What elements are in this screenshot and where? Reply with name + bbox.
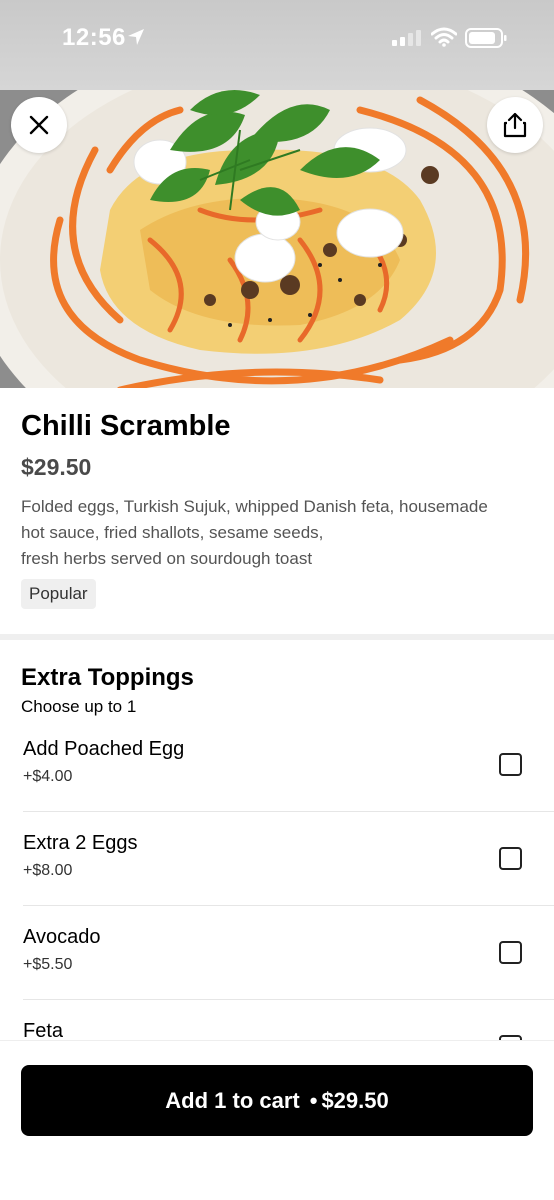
item-description: Folded eggs, Turkish Sujuk, whipped Dani… (21, 497, 488, 568)
topping-option-extra-eggs[interactable]: Extra 2 Eggs +$8.00 (0, 812, 554, 906)
option-name: Extra 2 Eggs (23, 832, 138, 854)
status-bar: 12:56 (0, 0, 554, 90)
checkbox[interactable] (499, 941, 522, 964)
toppings-section-subtitle: Choose up to 1 (21, 697, 137, 716)
checkbox[interactable] (499, 847, 522, 870)
option-name: Add Poached Egg (23, 738, 185, 760)
signal-icon (392, 30, 421, 46)
topping-option-feta[interactable]: Feta (0, 1000, 554, 1042)
bottom-cart-bar: Add 1 to cart • $29.50 (0, 1040, 554, 1200)
share-icon (503, 112, 527, 138)
option-price: +$4.00 (23, 768, 73, 785)
option-price: +$8.00 (23, 862, 73, 879)
status-time: 12:56 (62, 24, 126, 51)
toppings-section-title: Extra Toppings (21, 664, 194, 691)
option-price: +$5.50 (23, 956, 73, 973)
topping-option-poached-egg[interactable]: Add Poached Egg +$4.00 (0, 718, 554, 812)
popular-badge: Popular (21, 579, 96, 609)
cart-button-separator: • (309, 1087, 318, 1113)
share-button[interactable] (487, 97, 543, 153)
add-to-cart-button[interactable]: Add 1 to cart • $29.50 (21, 1065, 533, 1136)
cart-button-price: $29.50 (321, 1087, 389, 1113)
close-button[interactable] (11, 97, 67, 153)
battery-icon (465, 28, 507, 48)
section-divider (0, 634, 554, 640)
option-name: Avocado (23, 926, 101, 948)
wifi-icon (431, 27, 457, 47)
item-title: Chilli Scramble (21, 410, 231, 442)
item-price: $29.50 (21, 454, 92, 480)
dish-photo (0, 90, 554, 388)
toppings-list: Add Poached Egg +$4.00 Extra 2 Eggs +$8.… (0, 718, 554, 1042)
close-icon (29, 115, 49, 135)
topping-option-avocado[interactable]: Avocado +$5.50 (0, 906, 554, 1000)
checkbox[interactable] (499, 753, 522, 776)
location-arrow-icon (128, 29, 144, 45)
option-name: Feta (23, 1020, 64, 1042)
dish-illustration (0, 90, 554, 388)
cart-button-label: Add 1 to cart (165, 1087, 300, 1113)
